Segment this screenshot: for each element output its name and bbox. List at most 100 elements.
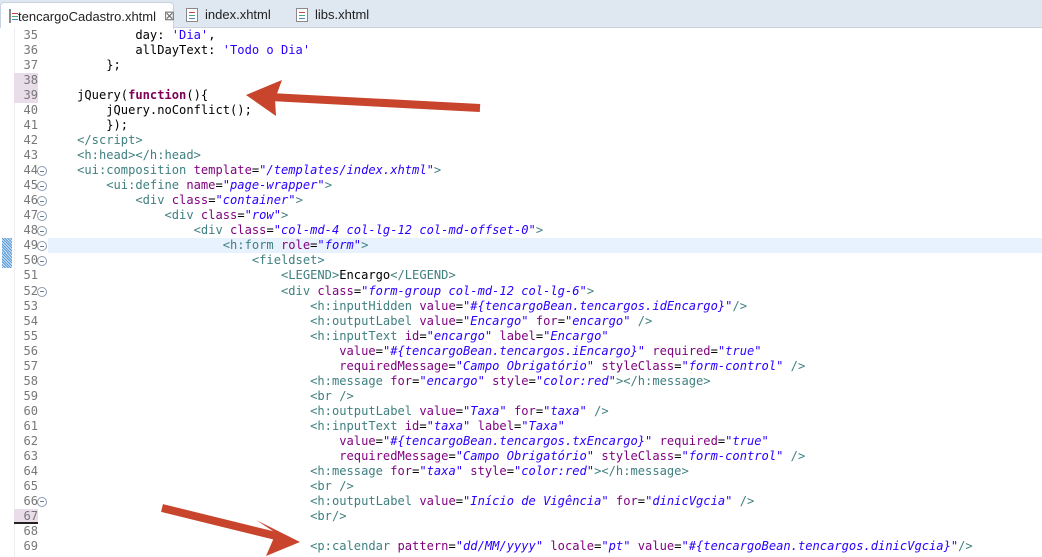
code-token: "Encargo": [543, 328, 609, 343]
code-line[interactable]: 56 value="#{tencargoBean.tencargos.iEnca…: [0, 344, 1042, 359]
close-tab-icon[interactable]: ⊠: [164, 8, 175, 24]
code-token: =: [419, 418, 427, 433]
code-line[interactable]: 55 <h:inputText id="encargo" label="Enca…: [0, 329, 1042, 344]
line-number: 67: [14, 508, 38, 524]
code-token: ,: [208, 28, 216, 42]
code-line[interactable]: 59 <br />: [0, 389, 1042, 404]
code-line[interactable]: 54 <h:outputLabel value="Encargo" for="e…: [0, 314, 1042, 329]
code-editor[interactable]: 35 day: 'Dia', 36 allDayText: 'Todo o Dia…: [0, 28, 1042, 557]
code-token: =: [506, 463, 514, 478]
line-number: 55: [23, 328, 38, 343]
code-line[interactable]: 51 <LEGEND>Encargo</LEGEND>: [0, 268, 1042, 283]
fold-collapse-icon[interactable]: [37, 496, 47, 507]
code-line[interactable]: 45 <ui:define name="page-wrapper">: [0, 178, 1042, 193]
code-line[interactable]: 53 <h:inputHidden value="#{tencargoBean.…: [0, 299, 1042, 314]
fold-collapse-icon[interactable]: [37, 166, 47, 177]
code-token: =: [455, 298, 464, 313]
code-line[interactable]: 38: [0, 73, 1042, 89]
code-text: <br/>: [48, 509, 346, 524]
code-token: "form-control": [681, 448, 784, 463]
fold-collapse-icon[interactable]: [37, 211, 47, 222]
code-line[interactable]: 37 };: [0, 58, 1042, 73]
line-number: 66: [23, 493, 38, 508]
code-token: value: [48, 433, 376, 448]
code-text: value="#{tencargoBean.tencargos.iEncargo…: [48, 344, 761, 359]
code-line[interactable]: 49 <h:form role="form">: [0, 238, 1042, 254]
xhtml-file-icon: [9, 9, 18, 23]
code-token: >: [361, 238, 369, 253]
code-token: <h:inputText: [48, 328, 405, 343]
code-token: >: [281, 208, 289, 223]
code-token: "Campo Obrigatório": [455, 358, 595, 373]
code-token: "encargo": [419, 373, 485, 388]
code-line[interactable]: 41 });: [0, 118, 1042, 133]
code-token: <ui:composition: [48, 163, 194, 178]
code-line[interactable]: 64 <h:message for="taxa" style="color:re…: [0, 464, 1042, 479]
code-text: <div class="col-md-4 col-lg-12 col-md-of…: [48, 223, 544, 238]
code-text: <h:message for="taxa" style="color:red">…: [48, 464, 689, 479]
code-line[interactable]: 65 <br />: [0, 479, 1042, 494]
fold-collapse-icon[interactable]: [37, 286, 47, 297]
code-text: <div class="form-group col-md-12 col-lg-…: [48, 284, 594, 299]
code-token: <div: [48, 208, 201, 223]
code-line[interactable]: 52 <div class="form-group col-md-12 col-…: [0, 284, 1042, 299]
code-token: "Encargo": [463, 313, 529, 328]
change-marker: [2, 238, 12, 254]
code-line[interactable]: 35 day: 'Dia',: [0, 28, 1042, 43]
fold-collapse-icon[interactable]: [37, 181, 47, 192]
code-line[interactable]: 40 jQuery.noConflict();: [0, 103, 1042, 118]
code-line[interactable]: 69 <p:calendar pattern="dd/MM/yyyy" loca…: [0, 539, 1042, 554]
code-line[interactable]: 61 <h:inputText id="taxa" label="Taxa": [0, 419, 1042, 434]
line-number: 56: [23, 343, 38, 358]
code-token: (){: [186, 88, 209, 103]
tab-libs[interactable]: libs.xhtml: [288, 2, 369, 27]
code-text: <br />: [48, 389, 354, 404]
code-line[interactable]: 58 <h:message for="encargo" style="color…: [0, 374, 1042, 389]
code-line[interactable]: 48 <div class="col-md-4 col-lg-12 col-md…: [0, 223, 1042, 238]
code-line[interactable]: 43 <h:head></h:head>: [0, 148, 1042, 163]
line-number: 41: [23, 118, 38, 133]
code-line[interactable]: 42 </script>: [0, 133, 1042, 148]
fold-collapse-icon[interactable]: [37, 256, 47, 267]
code-line[interactable]: 60 <h:outputLabel value="Taxa" for="taxa…: [0, 404, 1042, 419]
code-token: <div: [48, 283, 318, 298]
code-text: jQuery(function(){: [48, 88, 208, 103]
code-line[interactable]: 63 requiredMessage="Campo Obrigatório" s…: [0, 449, 1042, 464]
code-text: <ui:define name="page-wrapper">: [48, 178, 332, 193]
code-line[interactable]: 44 <ui:composition template="/templates/…: [0, 163, 1042, 178]
line-number: 47: [23, 208, 38, 223]
fold-collapse-icon[interactable]: [37, 241, 47, 252]
tab-index[interactable]: index.xhtml: [178, 2, 271, 27]
code-text: <fieldset>: [48, 253, 325, 268]
line-number: 43: [23, 148, 38, 163]
code-text: <ui:composition template="/templates/ind…: [48, 163, 441, 178]
code-token: =: [448, 358, 456, 373]
code-line[interactable]: 46 <div class="container">: [0, 193, 1042, 208]
code-line[interactable]: 50 <fieldset>: [0, 253, 1042, 269]
fold-collapse-icon[interactable]: [37, 226, 47, 237]
code-line[interactable]: 39 jQuery(function(){: [0, 88, 1042, 104]
code-token: />: [783, 448, 806, 463]
line-number: 64: [23, 463, 38, 478]
code-line[interactable]: 66 <h:outputLabel value="Início de Vigên…: [0, 494, 1042, 509]
code-token: for: [528, 313, 558, 328]
code-line[interactable]: 57 requiredMessage="Campo Obrigatório" s…: [0, 359, 1042, 374]
line-number: 48: [23, 223, 38, 238]
code-token: style: [484, 373, 529, 388]
code-token: class: [230, 223, 267, 238]
code-line[interactable]: 68: [0, 524, 1042, 539]
code-line[interactable]: 67 <br/>: [0, 508, 1042, 524]
code-line[interactable]: 62 value="#{tencargoBean.tencargos.txEnc…: [0, 434, 1042, 449]
xhtml-file-icon: [186, 7, 198, 22]
code-token: };: [48, 58, 121, 73]
code-line[interactable]: 36 allDayText: 'Todo o Dia': [0, 43, 1042, 58]
code-token: "col-md-4 col-lg-12 col-md-offset-0": [273, 223, 536, 238]
code-token: <div: [48, 193, 172, 208]
tab-tencargocadastro[interactable]: tencargoCadastro.xhtml ⊠: [0, 2, 175, 29]
code-token: "taxa": [426, 418, 471, 433]
code-line[interactable]: 47 <div class="row">: [0, 208, 1042, 223]
code-token: ></h:message>: [594, 463, 689, 478]
fold-collapse-icon[interactable]: [37, 196, 47, 207]
code-token: <h:outputLabel: [48, 313, 420, 328]
code-text: value="#{tencargoBean.tencargos.txEncarg…: [48, 434, 769, 449]
